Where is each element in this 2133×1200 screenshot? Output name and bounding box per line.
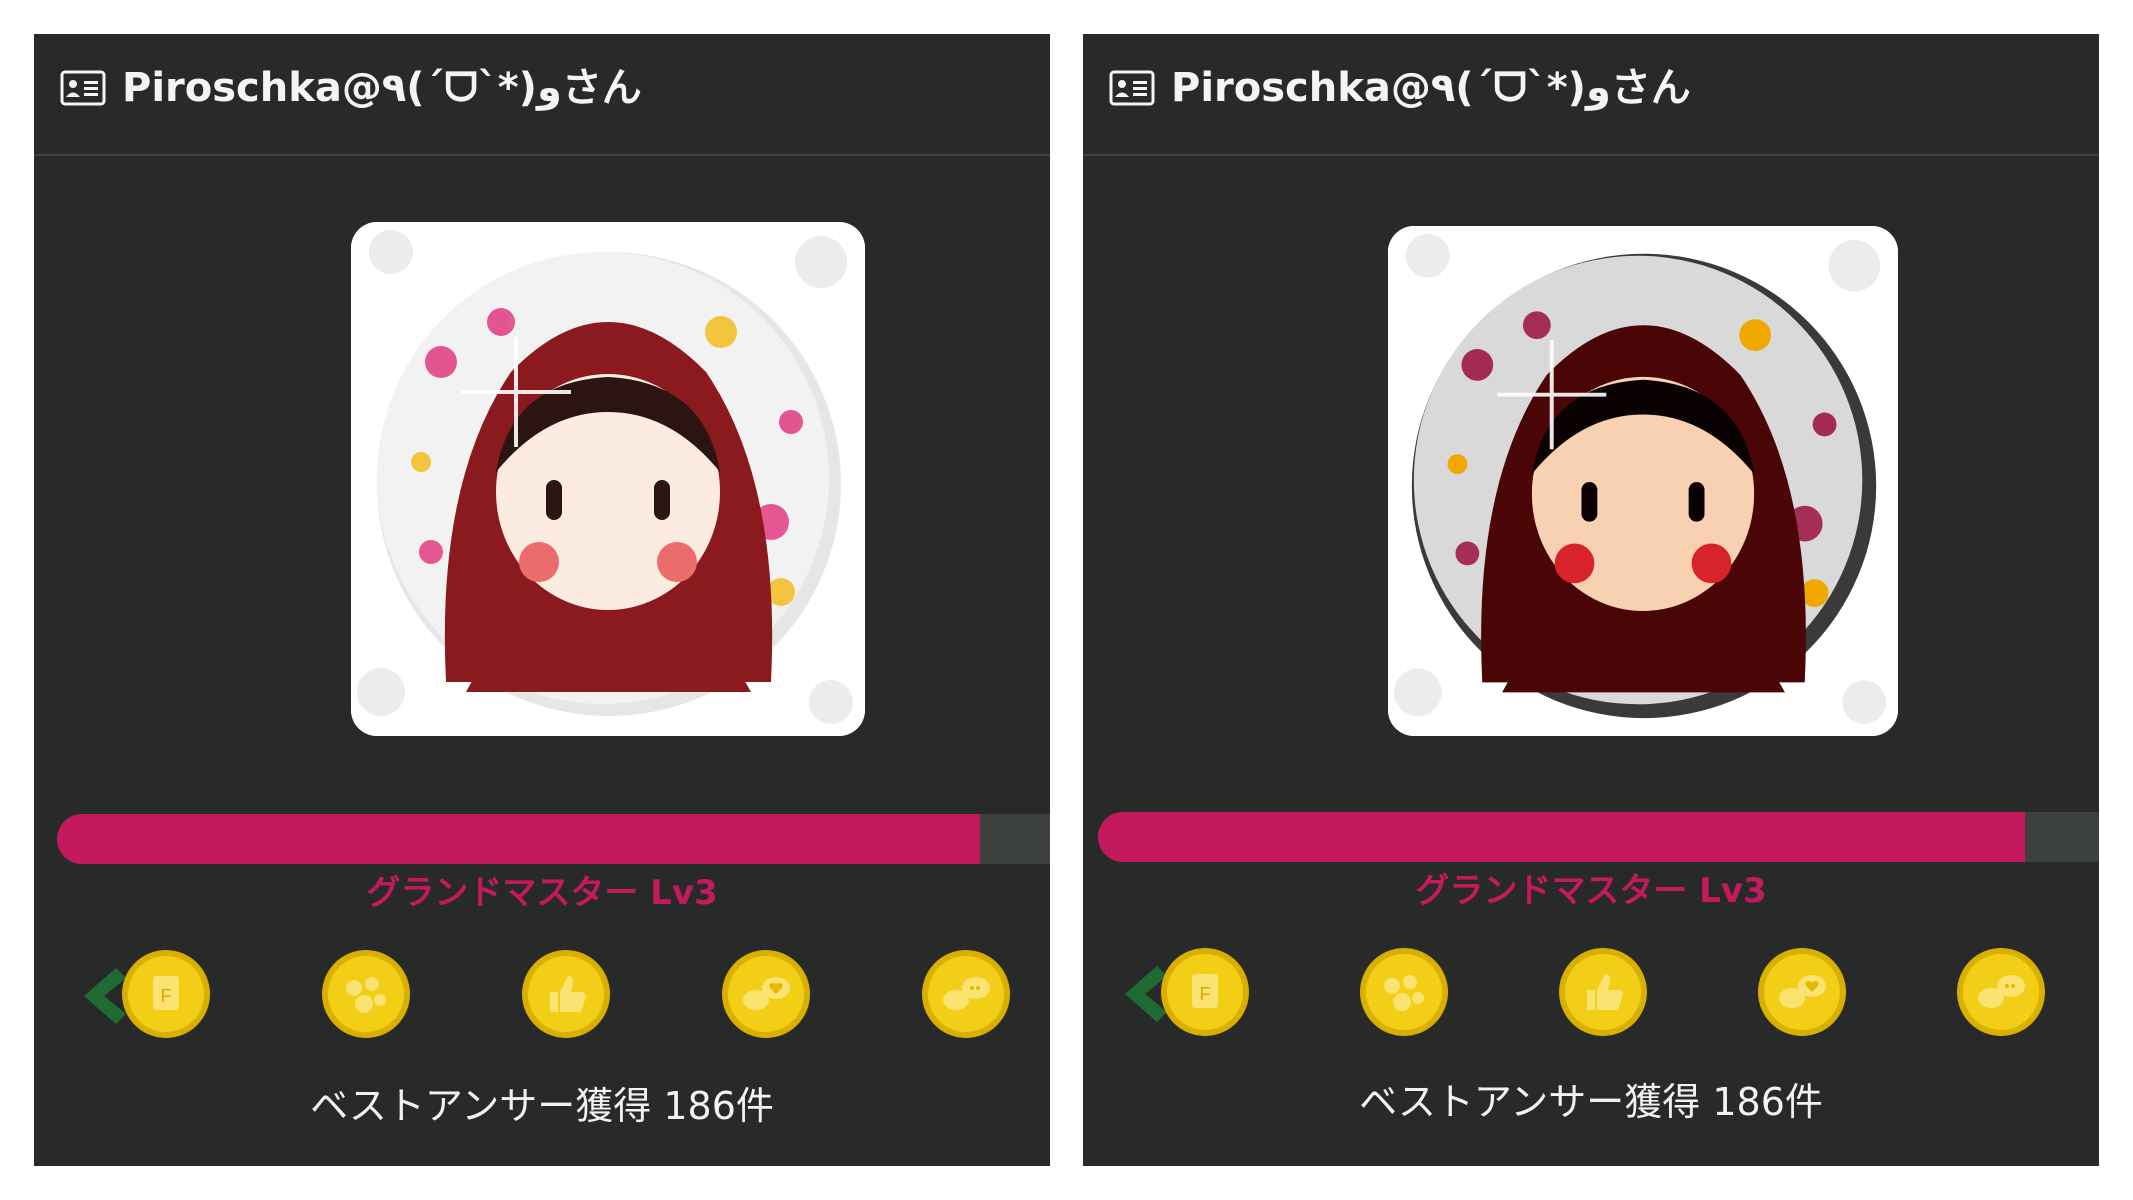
best-answer-count: ベストアンサー獲得 186件 xyxy=(310,1084,774,1128)
best-answer-count: ベストアンサー獲得 186件 xyxy=(1359,1080,1823,1124)
thumbs-up-badge-icon[interactable] xyxy=(1557,946,1649,1038)
level-progress-fill xyxy=(57,814,981,864)
avatar[interactable] xyxy=(351,222,865,736)
bubbles-badge-icon[interactable] xyxy=(1358,946,1450,1038)
badge-row: F xyxy=(34,946,1050,1046)
id-card-icon xyxy=(1109,70,1155,106)
avatar-red-hood-icon xyxy=(1388,226,1898,736)
flag-badge-icon[interactable]: F xyxy=(120,948,212,1040)
profile-name: Piroschka@٩(ˊᗜˋ*)وさん xyxy=(1171,65,1691,111)
profile-header: Piroschka@٩(ˊᗜˋ*)وさん xyxy=(34,34,1050,156)
heart-chat-badge-icon[interactable] xyxy=(720,948,812,1040)
profile-panel-right: Piroschka@٩(ˊᗜˋ*)وさん グランドマスター Lv3 F ベストア… xyxy=(1083,34,2099,1166)
flag-badge-icon[interactable]: F xyxy=(1159,946,1251,1038)
profile-name: Piroschka@٩(ˊᗜˋ*)وさん xyxy=(122,65,642,111)
level-label: グランドマスター Lv3 xyxy=(1415,871,1767,911)
bubbles-badge-icon[interactable] xyxy=(320,948,412,1040)
chat-badge-icon[interactable] xyxy=(920,948,1012,1040)
svg-text:F: F xyxy=(1200,984,1211,1004)
thumbs-up-badge-icon[interactable] xyxy=(520,948,612,1040)
level-label: グランドマスター Lv3 xyxy=(366,873,718,913)
badge-row: F xyxy=(1083,944,2099,1044)
profile-header: Piroschka@٩(ˊᗜˋ*)وさん xyxy=(1083,34,2099,156)
profile-panel-left: Piroschka@٩(ˊᗜˋ*)وさん グランドマスター Lv3 F ベストア… xyxy=(34,34,1050,1166)
id-card-icon xyxy=(60,70,106,106)
avatar-red-hood-icon xyxy=(351,222,865,736)
chat-badge-icon[interactable] xyxy=(1955,946,2047,1038)
level-progress-bar xyxy=(57,814,1050,864)
heart-chat-badge-icon[interactable] xyxy=(1756,946,1848,1038)
svg-text:F: F xyxy=(161,986,172,1006)
level-progress-bar xyxy=(1098,812,2099,862)
avatar[interactable] xyxy=(1388,226,1898,736)
level-progress-fill xyxy=(1098,812,2025,862)
